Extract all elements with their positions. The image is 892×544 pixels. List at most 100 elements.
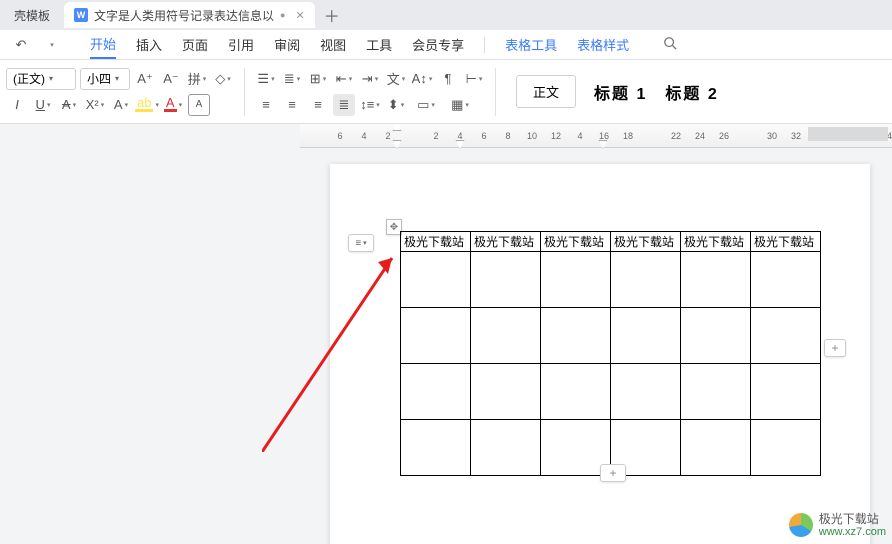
menu-tools[interactable]: 工具 — [366, 31, 392, 58]
table-cell[interactable] — [471, 308, 541, 364]
table-cell[interactable] — [401, 308, 471, 364]
table-header-cell[interactable]: 极光下载站 — [471, 232, 541, 252]
menu-member[interactable]: 会员专享 — [412, 31, 464, 58]
new-tab-button[interactable]: ＋ — [319, 2, 345, 28]
table-header-cell[interactable]: 极光下载站 — [611, 232, 681, 252]
phonetic-guide-icon[interactable]: 拼 — [186, 68, 208, 90]
underline-icon[interactable]: U — [32, 94, 54, 116]
right-indent-marker[interactable] — [599, 140, 608, 149]
italic-icon[interactable]: I — [6, 94, 28, 116]
table-cell[interactable] — [681, 364, 751, 420]
align-right-icon[interactable]: ≡ — [307, 94, 329, 116]
shading-icon[interactable]: ▭ — [411, 94, 441, 116]
clear-format-icon[interactable]: ◇ — [212, 68, 234, 90]
close-icon[interactable]: ✕ — [295, 9, 304, 22]
table-cell[interactable] — [471, 364, 541, 420]
plus-icon: ＋ — [324, 3, 340, 27]
table-cell[interactable] — [751, 252, 821, 308]
table-cell[interactable] — [471, 420, 541, 476]
add-column-button[interactable]: + — [824, 339, 846, 357]
menu-table-styles[interactable]: 表格样式 — [577, 31, 629, 58]
menu-table-tools[interactable]: 表格工具 — [505, 31, 557, 58]
hanging-indent-marker[interactable] — [456, 140, 465, 149]
font-name-value: (正文) — [13, 70, 45, 87]
ruler-shade-right — [808, 127, 888, 141]
ruler-tick: 26 — [712, 131, 736, 141]
tab-template[interactable]: 壳模板 — [4, 2, 60, 28]
table-cell[interactable] — [751, 364, 821, 420]
style-body-button[interactable]: 正文 — [516, 75, 576, 108]
add-row-button[interactable]: + — [600, 464, 626, 482]
menu-view[interactable]: 视图 — [320, 31, 346, 58]
undo-icon[interactable]: ↶ — [10, 34, 32, 56]
table-cell[interactable] — [401, 420, 471, 476]
increase-font-icon[interactable]: A⁺ — [134, 68, 156, 90]
tab-stops-icon[interactable]: ⊢ — [463, 68, 485, 90]
align-justify-icon[interactable]: ≣ — [333, 94, 355, 116]
ruler-tick: 30 — [760, 131, 784, 141]
table-header-cell[interactable]: 极光下载站 — [541, 232, 611, 252]
table-header-cell[interactable]: 极光下载站 — [751, 232, 821, 252]
superscript-icon[interactable]: X² — [84, 94, 106, 116]
font-size-select[interactable]: 小四 ▾ — [80, 68, 130, 90]
table-cell[interactable] — [401, 252, 471, 308]
style-label: 正文 — [533, 85, 559, 100]
table-cell[interactable] — [681, 252, 751, 308]
menu-review[interactable]: 审阅 — [274, 31, 300, 58]
undo-history-icon[interactable] — [40, 34, 62, 56]
table-cell[interactable] — [751, 308, 821, 364]
table-cell[interactable] — [611, 308, 681, 364]
row-options-handle[interactable]: ≡ — [348, 234, 374, 252]
horizontal-ruler[interactable]: 64224681012416182224263032363840424446 — [300, 124, 892, 148]
sort-icon[interactable]: A↕ — [411, 68, 433, 90]
ruler-tick: 4 — [568, 131, 592, 141]
font-color-icon[interactable]: A — [162, 94, 184, 116]
menu-page[interactable]: 页面 — [182, 31, 208, 58]
first-line-indent-marker[interactable] — [393, 140, 402, 149]
menu-bar: ↶ 开始 插入 页面 引用 审阅 视图 工具 会员专享 表格工具 表格样式 — [0, 30, 892, 60]
table-cell[interactable] — [401, 364, 471, 420]
menu-insert[interactable]: 插入 — [136, 31, 162, 58]
document-table[interactable]: 极光下载站极光下载站极光下载站极光下载站极光下载站极光下载站 — [400, 231, 821, 476]
word-file-icon: W — [74, 8, 88, 22]
table-cell[interactable] — [611, 252, 681, 308]
table-cell[interactable] — [611, 364, 681, 420]
chevron-down-icon: ▾ — [49, 74, 53, 83]
style-heading2-button[interactable]: 标题 2 — [665, 80, 718, 104]
strike-icon[interactable]: A — [58, 94, 80, 116]
align-left-icon[interactable]: ≡ — [255, 94, 277, 116]
text-direction-icon[interactable]: 文 — [385, 68, 407, 90]
show-marks-icon[interactable]: ¶ — [437, 68, 459, 90]
style-heading1-button[interactable]: 标题 1 — [594, 80, 647, 104]
number-list-icon[interactable]: ≣ — [281, 68, 303, 90]
line-spacing-icon[interactable]: ↕≡ — [359, 94, 381, 116]
char-border-icon[interactable]: A — [188, 94, 210, 116]
decrease-font-icon[interactable]: A⁻ — [160, 68, 182, 90]
bullet-list-icon[interactable]: ☰ — [255, 68, 277, 90]
align-center-icon[interactable]: ≡ — [281, 94, 303, 116]
table-cell[interactable] — [541, 364, 611, 420]
font-name-select[interactable]: (正文) ▾ — [6, 68, 76, 90]
table-cell[interactable] — [541, 308, 611, 364]
table-cell[interactable] — [681, 420, 751, 476]
distribute-icon[interactable]: ⬍ — [385, 94, 407, 116]
table-header-cell[interactable]: 极光下载站 — [681, 232, 751, 252]
left-indent-marker[interactable] — [393, 124, 402, 131]
menu-reference[interactable]: 引用 — [228, 31, 254, 58]
font-effects-icon[interactable]: A — [110, 94, 132, 116]
decrease-indent-icon[interactable]: ⇤ — [333, 68, 355, 90]
borders-icon[interactable]: ▦ — [445, 94, 475, 116]
increase-indent-icon[interactable]: ⇥ — [359, 68, 381, 90]
table-cell[interactable] — [751, 420, 821, 476]
table-cell[interactable] — [681, 308, 751, 364]
search-icon[interactable] — [663, 36, 677, 53]
table-cell[interactable] — [471, 252, 541, 308]
tab-document[interactable]: W 文字是人类用符号记录表达信息以 ● ✕ — [64, 2, 315, 28]
table-cell[interactable] — [541, 252, 611, 308]
table-header-cell[interactable]: 极光下载站 — [401, 232, 471, 252]
menu-start[interactable]: 开始 — [90, 30, 116, 59]
multilevel-list-icon[interactable]: ⊞ — [307, 68, 329, 90]
tab-label: 壳模板 — [14, 7, 50, 24]
font-size-value: 小四 — [87, 70, 111, 87]
highlight-icon[interactable]: ab — [136, 94, 158, 116]
